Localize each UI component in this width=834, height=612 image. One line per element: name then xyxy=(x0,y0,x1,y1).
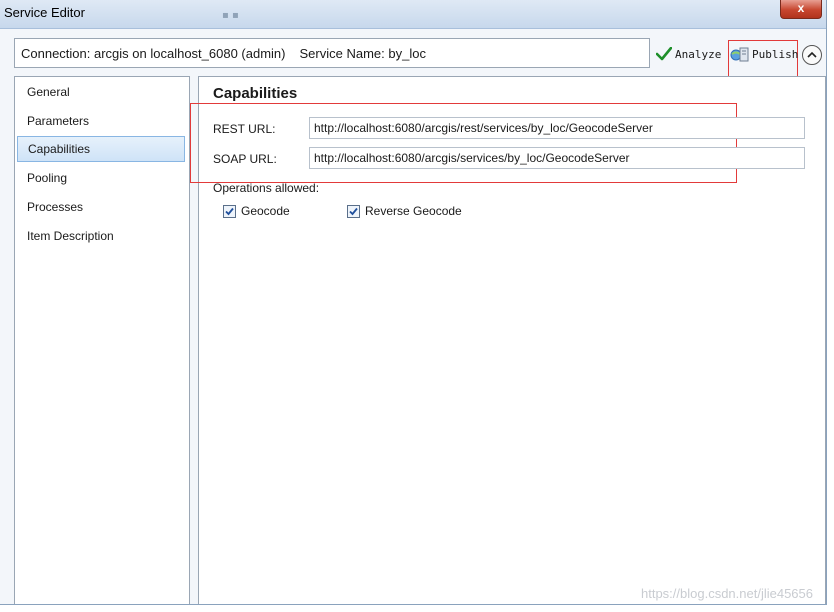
connection-info: Connection: arcgis on localhost_6080 (ad… xyxy=(21,46,426,61)
checkbox-box xyxy=(223,204,236,218)
checkmark-icon xyxy=(656,47,672,61)
analyze-button[interactable]: Analyze xyxy=(656,44,721,64)
sidebar-item-parameters[interactable]: Parameters xyxy=(17,108,185,134)
rest-url-label: REST URL: xyxy=(213,122,276,136)
checkbox-check-icon xyxy=(225,207,234,215)
sidebar-item-capabilities[interactable]: Capabilities xyxy=(17,136,185,162)
soap-url-label: SOAP URL: xyxy=(213,152,277,166)
service-name-text: Service Name: by_loc xyxy=(299,46,426,61)
checkbox-check-icon xyxy=(349,207,358,215)
service-editor-window: Service Editor ▪ ▪ x Connection: arcgis … xyxy=(0,0,827,605)
reverse-geocode-label: Reverse Geocode xyxy=(365,204,462,218)
operations-label: Operations allowed: xyxy=(213,181,320,195)
chevron-up-icon xyxy=(807,51,817,58)
sidebar-item-general[interactable]: General xyxy=(17,79,185,105)
connection-bar: Connection: arcgis on localhost_6080 (ad… xyxy=(14,38,650,68)
sidebar: General Parameters Capabilities Pooling … xyxy=(14,76,190,604)
soap-url-field[interactable]: http://localhost:6080/arcgis/services/by… xyxy=(309,147,805,169)
close-button[interactable]: x xyxy=(780,0,822,19)
title-bar: Service Editor ▪ ▪ x xyxy=(0,0,826,29)
sidebar-item-pooling[interactable]: Pooling xyxy=(17,165,185,191)
url-highlight-box xyxy=(190,103,737,183)
analyze-label: Analyze xyxy=(675,47,722,61)
publish-icon xyxy=(730,47,749,62)
geocode-label: Geocode xyxy=(241,204,290,218)
reverse-geocode-checkbox[interactable]: Reverse Geocode xyxy=(347,204,462,218)
capabilities-panel: Capabilities REST URL: http://localhost:… xyxy=(190,76,826,604)
collapse-button[interactable] xyxy=(802,45,822,65)
geocode-checkbox[interactable]: Geocode xyxy=(223,204,290,218)
rest-url-field[interactable]: http://localhost:6080/arcgis/rest/servic… xyxy=(309,117,805,139)
titlebar-decoration: ▪ ▪ xyxy=(222,10,239,21)
page-title: Capabilities xyxy=(213,85,298,102)
sidebar-item-processes[interactable]: Processes xyxy=(17,194,185,220)
connection-text: Connection: arcgis on localhost_6080 (ad… xyxy=(21,46,286,61)
window-title: Service Editor xyxy=(4,5,85,20)
publish-label: Publish xyxy=(752,47,799,61)
watermark: https://blog.csdn.net/jlie45656 xyxy=(640,586,813,601)
checkbox-box xyxy=(347,204,360,218)
sidebar-item-item-description[interactable]: Item Description xyxy=(17,223,185,249)
publish-button[interactable]: Publish xyxy=(730,44,798,64)
